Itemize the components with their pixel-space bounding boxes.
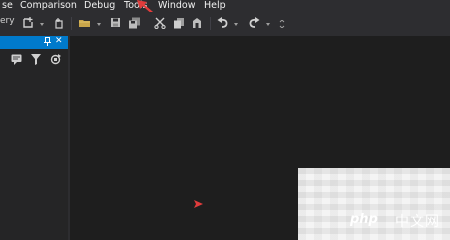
- menu-item-comparison[interactable]: Comparison: [18, 0, 79, 11]
- watermark-site-name: 中文网: [395, 214, 440, 230]
- open-item-icon[interactable]: [53, 17, 65, 29]
- undo-icon[interactable]: [217, 17, 229, 29]
- paste-icon[interactable]: [191, 17, 203, 29]
- close-icon[interactable]: ✕: [55, 36, 63, 46]
- main-toolbar: ery: [0, 12, 450, 36]
- cut-icon[interactable]: [154, 17, 166, 29]
- save-all-icon[interactable]: [128, 17, 141, 29]
- open-folder-icon[interactable]: [78, 17, 91, 29]
- toolbar-separator: [210, 17, 211, 30]
- menu-item-window[interactable]: Window: [156, 0, 197, 11]
- menu-bar: se Comparison Debug Tools Window Help: [0, 0, 450, 12]
- save-icon[interactable]: [110, 17, 121, 28]
- tool-window-title-bar: ✕: [0, 36, 68, 49]
- redo-dropdown-icon[interactable]: [266, 23, 270, 26]
- refresh-icon[interactable]: [50, 54, 61, 65]
- menu-item-help[interactable]: Help: [202, 0, 228, 11]
- menu-item-close[interactable]: se: [0, 0, 15, 11]
- copy-icon[interactable]: [173, 17, 185, 29]
- comment-icon[interactable]: [11, 54, 22, 65]
- mouse-cursor-icon: [194, 200, 203, 208]
- menu-item-debug[interactable]: Debug: [82, 0, 117, 11]
- filter-icon[interactable]: [31, 54, 41, 65]
- redo-icon[interactable]: [248, 17, 260, 29]
- left-tool-window: ✕: [0, 36, 68, 240]
- undo-dropdown-icon[interactable]: [234, 23, 238, 26]
- toolbar-overflow-icon[interactable]: [279, 20, 285, 28]
- toolbar-separator: [71, 17, 72, 30]
- new-query-label[interactable]: ery: [0, 16, 15, 26]
- tool-window-body: [0, 71, 68, 240]
- app-window: se Comparison Debug Tools Window Help er…: [0, 0, 450, 240]
- new-project-icon[interactable]: [22, 17, 34, 29]
- new-project-dropdown-icon[interactable]: [40, 23, 44, 26]
- watermark-brand: php: [350, 212, 378, 227]
- tool-window-toolbar: [0, 49, 68, 71]
- open-folder-dropdown-icon[interactable]: [97, 23, 101, 26]
- pin-icon[interactable]: [44, 37, 51, 48]
